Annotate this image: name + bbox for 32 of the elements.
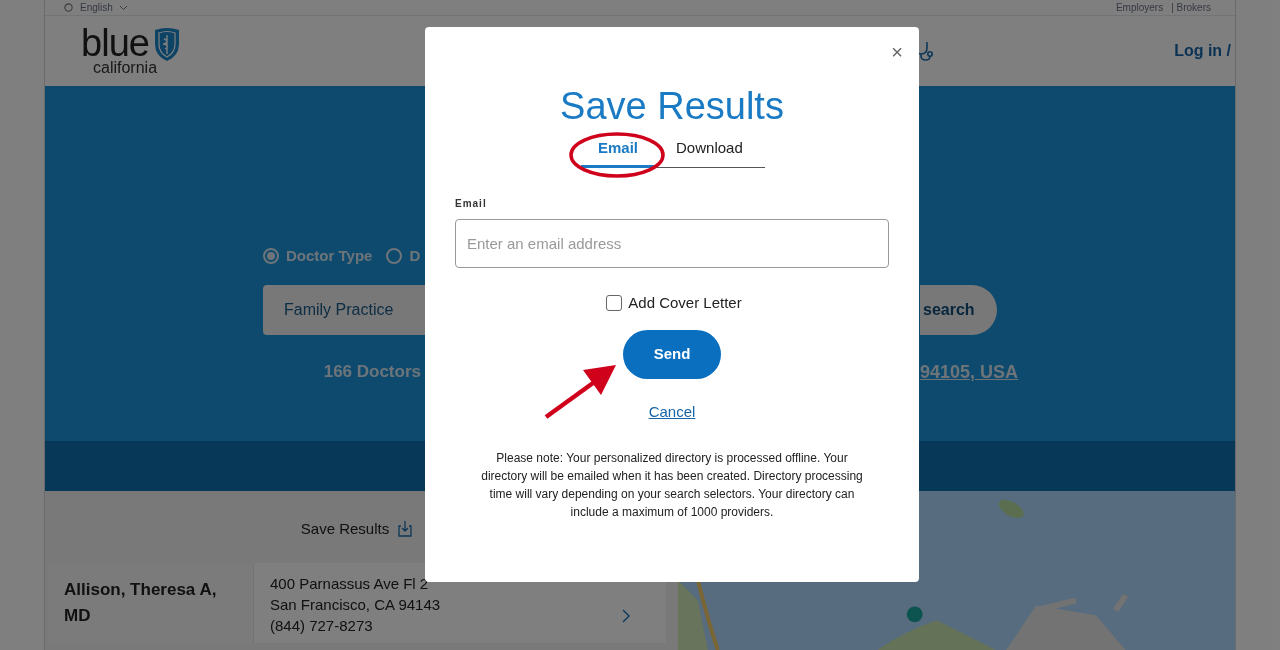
results-count: 166 Doctors xyxy=(323,360,421,383)
address-line: (844) 727-8273 xyxy=(270,615,374,636)
email-field[interactable]: Enter an email address xyxy=(455,218,889,268)
search-button[interactable]: search xyxy=(920,284,997,335)
download-icon[interactable] xyxy=(397,519,414,538)
address-line: 400 Parnassus Ave Fl 2 xyxy=(270,573,430,594)
radio-button[interactable] xyxy=(263,248,279,265)
send-button[interactable]: Send xyxy=(623,330,721,379)
logo-subtitle: california xyxy=(93,59,158,76)
note-text: Please note: Your personalized directory is processed offline. Your directory will be emailed when it has been created. Directory processing time will vary depending on your search selectors. Your directory can include a maximum of 1000 providers. xyxy=(480,449,864,521)
radio-button[interactable] xyxy=(386,248,403,265)
close-button[interactable]: × xyxy=(891,41,903,63)
shield-logo-icon xyxy=(153,25,182,62)
language-selector[interactable]: English xyxy=(80,2,113,14)
tab[interactable]: Download xyxy=(655,137,764,168)
checkbox[interactable] xyxy=(606,294,623,311)
chevron-right-icon[interactable] xyxy=(622,608,630,623)
save-results-link[interactable]: Save Results xyxy=(300,517,390,541)
field-label: Email xyxy=(455,196,488,211)
caret-icon xyxy=(118,5,128,11)
dialog-title: Save Results xyxy=(560,84,784,129)
radio-label[interactable]: Doctor Type xyxy=(286,244,373,268)
top-link[interactable]: | Brokers xyxy=(1171,2,1211,14)
login-link[interactable]: Log in / xyxy=(1174,38,1231,63)
radio-label[interactable]: D xyxy=(409,244,421,268)
cancel-link[interactable]: Cancel xyxy=(648,401,696,424)
address-line: San Francisco, CA 94143 xyxy=(270,594,441,615)
checkbox-label[interactable]: Add Cover Letter xyxy=(628,291,742,314)
doctor-name[interactable]: Allison, Theresa A, MD xyxy=(48,562,254,643)
logo-wordmark: blue xyxy=(81,25,150,60)
location-link[interactable]: 94105, USA xyxy=(920,358,1019,386)
top-link[interactable]: Employers xyxy=(1115,2,1164,14)
